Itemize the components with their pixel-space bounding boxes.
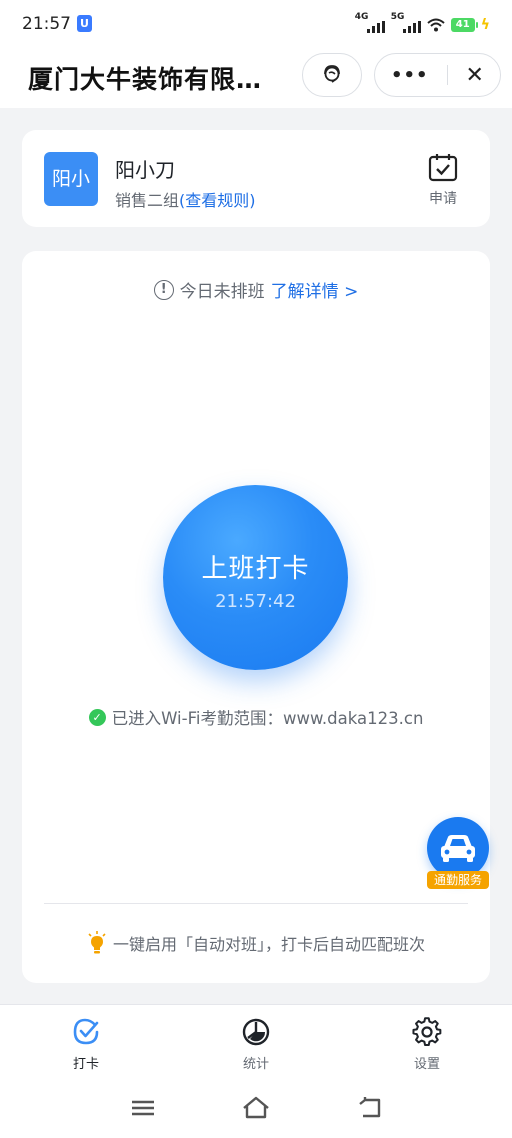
divider: [44, 903, 468, 904]
commute-service-button[interactable]: 通勤服务: [427, 817, 489, 891]
tab-bar: 打卡 统计 设置: [0, 1004, 512, 1080]
car-icon: [441, 835, 475, 862]
status-time: 21:57: [22, 14, 71, 34]
user-name: 阳小刀: [115, 158, 175, 182]
check-icon: [73, 1018, 99, 1045]
punch-card: ! 今日未排班 了解详情 > 上班打卡 21:57:42 ✓ 已进入Wi-Fi考…: [22, 251, 490, 983]
learn-more-link[interactable]: 了解详情 >: [271, 277, 359, 302]
notice-text: 今日未排班: [179, 282, 265, 302]
nav-bar: 厦门大牛装饰有限… ••• ✕: [0, 50, 512, 108]
app-notification-icon: U: [77, 15, 92, 32]
user-group: 销售二组: [115, 191, 180, 210]
commute-circle: [427, 817, 489, 879]
user-group-line: 销售二组(查看规则): [115, 187, 256, 211]
wifi-status-text: 已进入Wi-Fi考勤范围：www.daka123.cn: [111, 709, 424, 728]
page-title: 厦门大牛装饰有限…: [28, 65, 263, 94]
system-nav-bar: [0, 1080, 512, 1138]
signal-4g-icon: 4G: [355, 12, 385, 33]
status-bar: 21:57 U 4G 5G 41 ϟ: [0, 0, 512, 50]
tab-settings-label: 设置: [413, 1057, 440, 1072]
back-icon[interactable]: [355, 1094, 385, 1122]
success-check-icon: ✓: [88, 708, 106, 726]
user-card: 阳小 阳小刀 销售二组(查看规则) 申请: [22, 130, 490, 227]
tab-punch[interactable]: 打卡: [56, 1017, 116, 1072]
view-rules-link[interactable]: (查看规则): [179, 191, 256, 210]
punch-label: 上班打卡: [201, 554, 310, 584]
apply-button[interactable]: 申请: [428, 152, 458, 208]
tab-punch-label: 打卡: [72, 1057, 99, 1072]
schedule-notice: ! 今日未排班 了解详情 >: [22, 277, 490, 302]
avatar: 阳小: [44, 152, 98, 206]
wifi-status: ✓ 已进入Wi-Fi考勤范围：www.daka123.cn: [22, 705, 490, 729]
capsule-divider: [446, 65, 448, 85]
tab-settings[interactable]: 设置: [397, 1017, 457, 1072]
lightbulb-icon: [88, 931, 106, 954]
punch-time: 21:57:42: [215, 591, 296, 612]
status-indicators: 4G 5G 41 ϟ: [355, 12, 490, 36]
headset-icon: [324, 65, 340, 83]
punch-in-button[interactable]: 上班打卡 21:57:42: [163, 485, 348, 670]
info-icon: !: [153, 279, 174, 300]
close-icon[interactable]: ✕: [466, 63, 484, 88]
gear-icon: [412, 1017, 442, 1046]
signal-5g-icon: 5G: [391, 12, 421, 33]
tab-stats[interactable]: 统计: [226, 1017, 286, 1072]
tip-text: 一键启用「自动对班」，打卡后自动匹配班次: [112, 935, 425, 954]
menu-icon[interactable]: [128, 1094, 158, 1122]
auto-schedule-tip[interactable]: 一键启用「自动对班」，打卡后自动匹配班次: [22, 931, 490, 955]
battery-icon: 41: [450, 18, 478, 32]
customer-service-button[interactable]: [302, 53, 362, 97]
more-dots-icon[interactable]: •••: [391, 65, 429, 86]
wifi-icon: [427, 18, 445, 32]
apply-label: 申请: [429, 191, 457, 207]
tab-stats-label: 统计: [242, 1057, 269, 1072]
home-icon[interactable]: [241, 1094, 271, 1122]
menu-capsule: ••• ✕: [374, 53, 501, 97]
commute-label: 通勤服务: [427, 871, 489, 889]
calendar-check-icon: [428, 154, 458, 182]
charging-icon: ϟ: [480, 17, 490, 33]
pie-chart-icon: [242, 1018, 270, 1046]
